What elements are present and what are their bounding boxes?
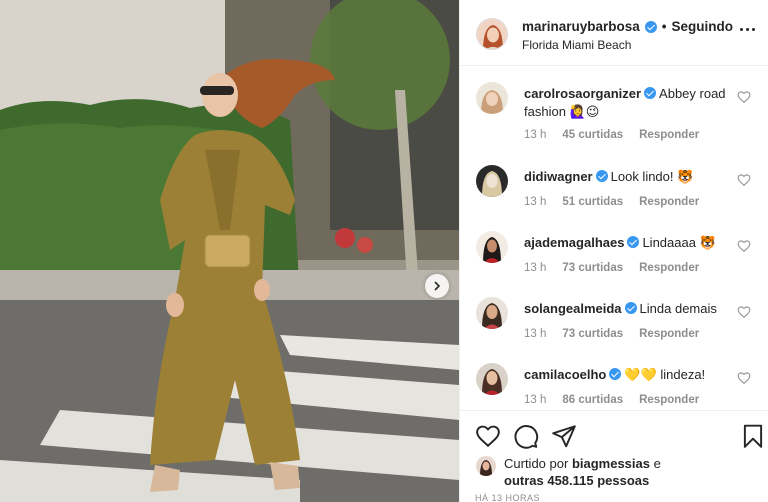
comment-time[interactable]: 13 h [524,262,546,274]
heart-icon[interactable] [737,173,751,187]
comment-meta: 13 h 51 curtidas Responder [524,196,699,208]
post-actions: Curtido por biagmessias e outras 458.115… [460,410,768,502]
comment-time[interactable]: 13 h [524,328,546,340]
next-photo-button[interactable] [425,274,449,298]
more-options-icon[interactable] [740,28,755,31]
comment-likes[interactable]: 51 curtidas [562,196,623,208]
comment-icon[interactable] [513,423,539,449]
liker-avatar[interactable] [476,456,496,476]
verified-badge-icon [644,20,657,33]
verified-badge-icon [627,236,640,248]
post-side-panel: marinaruybarbosa • Seguindo Florida Miam… [459,0,768,502]
post-photo[interactable] [0,0,459,502]
comment-meta: 13 h 73 curtidas Responder [524,262,699,274]
likes-summary: Curtido por biagmessias e outras 458.115… [476,455,674,489]
comment-text: 💛💛 lindeza! [624,367,706,382]
commenter-avatar[interactable] [476,363,508,395]
share-icon[interactable] [551,423,577,449]
verified-badge-icon [644,87,657,99]
commenter-avatar[interactable] [476,297,508,329]
comment-text: Linda demais [639,301,717,316]
liker-username[interactable]: biagmessias [572,456,650,471]
author-username[interactable]: marinaruybarbosa [522,19,640,34]
post-location[interactable]: Florida Miami Beach [522,38,631,52]
bookmark-icon[interactable] [740,423,766,449]
comment-username[interactable]: carolrosaorganizer [524,86,641,101]
likes-prefix: Curtido por [504,456,569,471]
heart-icon[interactable] [737,371,751,385]
heart-icon[interactable] [737,305,751,319]
comment-likes[interactable]: 45 curtidas [562,129,623,141]
comment-username[interactable]: solangealmeida [524,301,622,316]
likes-connector: e [653,456,661,471]
commenter-avatar[interactable] [476,82,508,114]
comment-meta: 13 h 45 curtidas Responder [524,129,699,141]
verified-badge-icon [624,302,637,314]
commenter-avatar[interactable] [476,165,508,197]
separator-dot: • [661,19,667,34]
comment-likes[interactable]: 73 curtidas [562,328,623,340]
comment-text-line: didiwagner Look lindo! 🐯 [524,168,734,186]
comment-likes[interactable]: 73 curtidas [562,262,623,274]
comment-meta: 13 h 73 curtidas Responder [524,328,699,340]
chevron-right-icon [434,281,441,291]
comment-time[interactable]: 13 h [524,196,546,208]
reply-button[interactable]: Responder [639,394,699,406]
reply-button[interactable]: Responder [639,262,699,274]
post-timestamp[interactable]: HÁ 13 HORAS [475,493,540,502]
photo-illustration [0,0,459,502]
comment-text-line: camilacoelho 💛💛 lindeza! [524,366,734,384]
heart-icon[interactable] [737,239,751,253]
heart-icon[interactable] [737,90,751,104]
comment-text-line: carolrosaorganizer Abbey road fashion 🙋‍♀… [524,85,734,121]
following-button[interactable]: Seguindo [672,19,734,34]
comment-text: Lindaaaa 🐯 [642,235,716,250]
comment-likes[interactable]: 86 curtidas [562,394,623,406]
reply-button[interactable]: Responder [639,196,699,208]
reply-button[interactable]: Responder [639,129,699,141]
reply-button[interactable]: Responder [639,328,699,340]
post-header: marinaruybarbosa • Seguindo Florida Miam… [460,0,768,66]
heart-icon[interactable] [475,423,501,449]
comment-text-line: ajademagalhaes Lindaaaa 🐯 [524,234,734,252]
comment-text-line: solangealmeida Linda demais [524,300,734,318]
author-avatar[interactable] [476,18,508,50]
comment-username[interactable]: ajademagalhaes [524,235,624,250]
comment-time[interactable]: 13 h [524,129,546,141]
comment-text: Look lindo! 🐯 [610,169,694,184]
likes-count[interactable]: outras 458.115 pessoas [504,473,649,488]
comment-time[interactable]: 13 h [524,394,546,406]
commenter-avatar[interactable] [476,231,508,263]
comment-username[interactable]: camilacoelho [524,367,606,382]
likes-text: Curtido por biagmessias e outras 458.115… [504,455,674,489]
comment-meta: 13 h 86 curtidas Responder [524,394,699,406]
verified-badge-icon [609,368,622,380]
comment-username[interactable]: didiwagner [524,169,593,184]
verified-badge-icon [595,170,608,182]
